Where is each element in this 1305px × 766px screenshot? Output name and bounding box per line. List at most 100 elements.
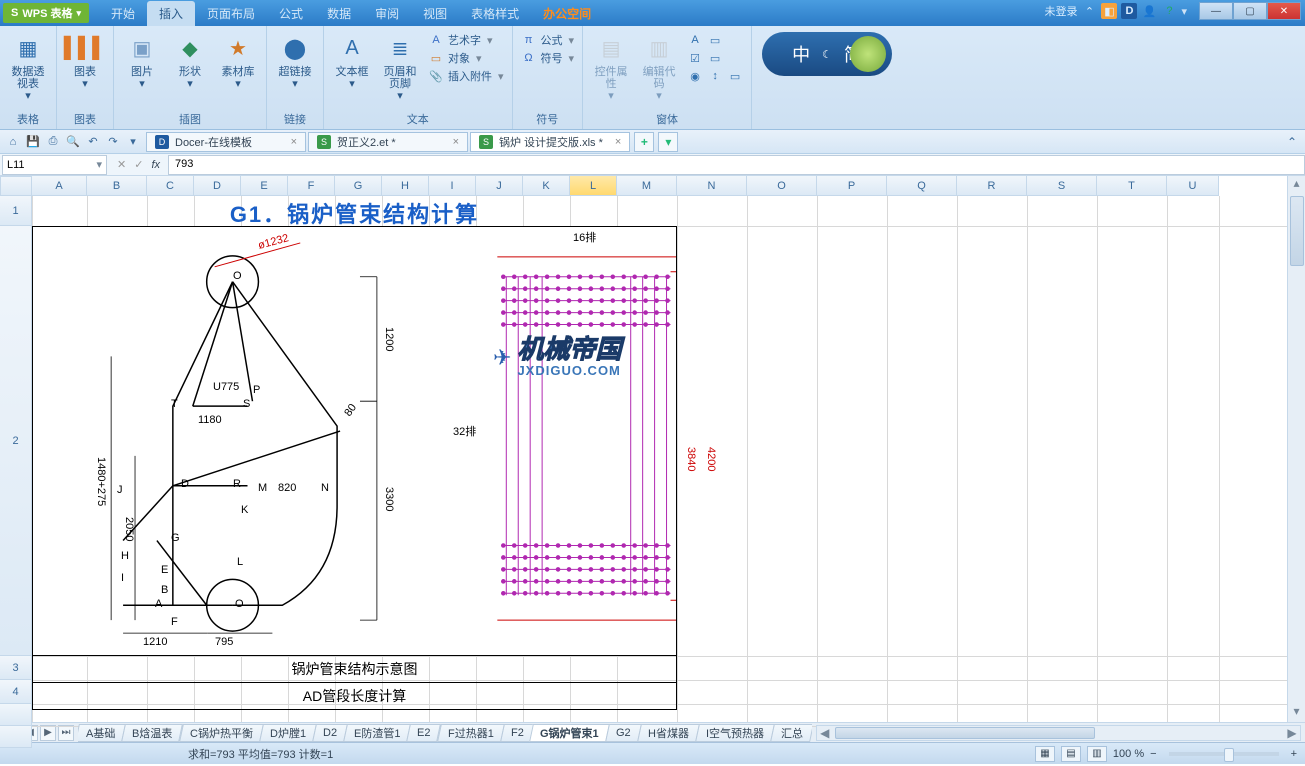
ribbon-button[interactable]: A 文本框▾	[330, 30, 374, 92]
select-all-corner[interactable]	[0, 176, 32, 196]
sheet-tab[interactable]: B焓温表	[121, 724, 183, 742]
user-icon[interactable]: 👤	[1141, 3, 1157, 19]
sheet-tab[interactable]: D炉膛1	[259, 724, 317, 742]
sheet-tab[interactable]: G锅炉管束1	[529, 724, 610, 742]
redo-icon[interactable]: ↷	[104, 133, 122, 151]
ribbon-button[interactable]: ▌▌▌ 图表▾	[63, 30, 107, 92]
close-button[interactable]: ✕	[1267, 2, 1301, 20]
menu-tab[interactable]: 页面布局	[195, 1, 267, 26]
sheet-tab[interactable]: D2	[312, 724, 348, 742]
form-small-icon[interactable]: ◉↕▭	[687, 68, 743, 84]
fx-icon[interactable]: fx	[151, 159, 160, 171]
namebox-dropdown-icon[interactable]: ▾	[96, 158, 102, 171]
maximize-button[interactable]: ▢	[1233, 2, 1267, 20]
login-status[interactable]: 未登录	[1044, 3, 1077, 19]
add-tab-button[interactable]: +	[634, 132, 654, 152]
column-header[interactable]: T	[1097, 176, 1167, 196]
language-pill[interactable]: 中☾简	[762, 32, 892, 76]
sheet-tab[interactable]: G2	[605, 724, 642, 742]
tab-list-button[interactable]: ▾	[658, 132, 678, 152]
close-tab-icon[interactable]: ×	[615, 136, 621, 148]
menu-tab[interactable]: 视图	[411, 1, 459, 26]
ribbon-button[interactable]: ★ 素材库▾	[216, 30, 260, 92]
close-tab-icon[interactable]: ×	[291, 136, 297, 148]
ribbon-button[interactable]: ▣ 图片▾	[120, 30, 164, 92]
qat-dropdown-icon[interactable]: ▾	[124, 133, 142, 151]
column-header[interactable]: C	[147, 176, 194, 196]
skin-icon[interactable]: ◧	[1101, 3, 1117, 19]
column-header[interactable]: J	[476, 176, 523, 196]
docer-icon[interactable]: D	[1121, 3, 1137, 19]
ribbon-small-button[interactable]: A艺术字▾	[428, 32, 504, 48]
grid[interactable]: G1．锅炉管束结构计算	[32, 196, 1287, 722]
sheet-tab[interactable]: C锅炉热平衡	[179, 724, 264, 742]
ribbon-small-button[interactable]: π公式▾	[521, 32, 575, 48]
column-header[interactable]: D	[194, 176, 241, 196]
column-header[interactable]: R	[957, 176, 1027, 196]
form-small-icon[interactable]: ☑▭	[687, 50, 743, 66]
sheet-tab[interactable]: H省煤器	[637, 724, 700, 742]
row-header[interactable]: 3	[0, 656, 32, 680]
column-header[interactable]: Q	[887, 176, 957, 196]
sheet-tab[interactable]: E防渣管1	[343, 724, 411, 742]
row-header[interactable]	[0, 704, 32, 726]
zoom-in-button[interactable]: +	[1291, 748, 1297, 760]
column-header[interactable]: G	[335, 176, 382, 196]
sheet-tab[interactable]: 汇总	[770, 724, 812, 742]
column-header[interactable]: U	[1167, 176, 1219, 196]
column-header[interactable]: S	[1027, 176, 1097, 196]
close-tab-icon[interactable]: ×	[453, 136, 459, 148]
ribbon-button[interactable]: ◆ 形状▾	[168, 30, 212, 92]
menu-tab[interactable]: 审阅	[363, 1, 411, 26]
column-header[interactable]: P	[817, 176, 887, 196]
column-header[interactable]: E	[241, 176, 288, 196]
ribbon-button[interactable]: ▦ 数据透视表▾	[6, 30, 50, 104]
print-icon[interactable]: ⎙	[44, 133, 62, 151]
sheet-tab[interactable]: I空气预热器	[695, 724, 775, 742]
caret-up-icon[interactable]: ⌃	[1081, 3, 1097, 19]
column-header[interactable]: H	[382, 176, 429, 196]
dropdown-icon[interactable]: ▾	[1181, 5, 1187, 18]
app-menu-button[interactable]: S WPS 表格	[3, 3, 89, 23]
collapse-ribbon-icon[interactable]: ⌃	[1283, 133, 1301, 151]
ribbon-small-button[interactable]: Ω符号▾	[521, 50, 575, 66]
undo-icon[interactable]: ↶	[84, 133, 102, 151]
cancel-fx-icon[interactable]: ✕	[117, 158, 126, 171]
row-header[interactable]	[0, 726, 32, 748]
column-header[interactable]: A	[32, 176, 87, 196]
column-header[interactable]: K	[523, 176, 570, 196]
save-icon[interactable]: 💾	[24, 133, 42, 151]
column-header[interactable]: N	[677, 176, 747, 196]
view-layout-button[interactable]: ▥	[1087, 746, 1107, 762]
sheet-tab[interactable]: A基础	[78, 724, 126, 742]
zoom-label[interactable]: 100 %	[1113, 748, 1144, 760]
column-header[interactable]: B	[87, 176, 147, 196]
ribbon-button[interactable]: ⬤ 超链接▾	[273, 30, 317, 92]
help-icon[interactable]: ?	[1161, 3, 1177, 19]
ribbon-small-button[interactable]: 📎插入附件▾	[428, 68, 504, 84]
doc-tab[interactable]: S贺正义2.et *×	[308, 132, 468, 152]
menu-tab[interactable]: 公式	[267, 1, 315, 26]
sheet-tab[interactable]: F过热器1	[437, 724, 505, 742]
view-pagebreak-button[interactable]: ▤	[1061, 746, 1081, 762]
preview-icon[interactable]: 🔍	[64, 133, 82, 151]
horizontal-scroll-thumb[interactable]	[835, 727, 1095, 739]
formula-input[interactable]: 793	[168, 155, 1305, 175]
zoom-slider[interactable]	[1169, 752, 1279, 756]
vertical-scrollbar[interactable]: ▴ ▾	[1287, 176, 1305, 722]
horizontal-scrollbar[interactable]: ◀ ▶	[816, 725, 1301, 741]
ribbon-button[interactable]: ▥ 编辑代码▾	[637, 30, 681, 104]
column-header[interactable]: F	[288, 176, 335, 196]
row-header[interactable]: 4	[0, 680, 32, 704]
doc-tab[interactable]: S锅炉 设计提交版.xls *×	[470, 132, 630, 152]
column-header[interactable]: I	[429, 176, 476, 196]
column-header[interactable]: L	[570, 176, 617, 196]
column-header[interactable]: M	[617, 176, 677, 196]
row-header[interactable]: 2	[0, 226, 32, 656]
doc-tab[interactable]: DDocer-在线模板×	[146, 132, 306, 152]
ribbon-button[interactable]: ▤ 控件属性▾	[589, 30, 633, 104]
menu-tab[interactable]: 插入	[147, 1, 195, 26]
view-normal-button[interactable]: ▦	[1035, 746, 1055, 762]
sheet-tab[interactable]: E2	[406, 724, 441, 742]
ribbon-small-button[interactable]: ▭对象▾	[428, 50, 504, 66]
